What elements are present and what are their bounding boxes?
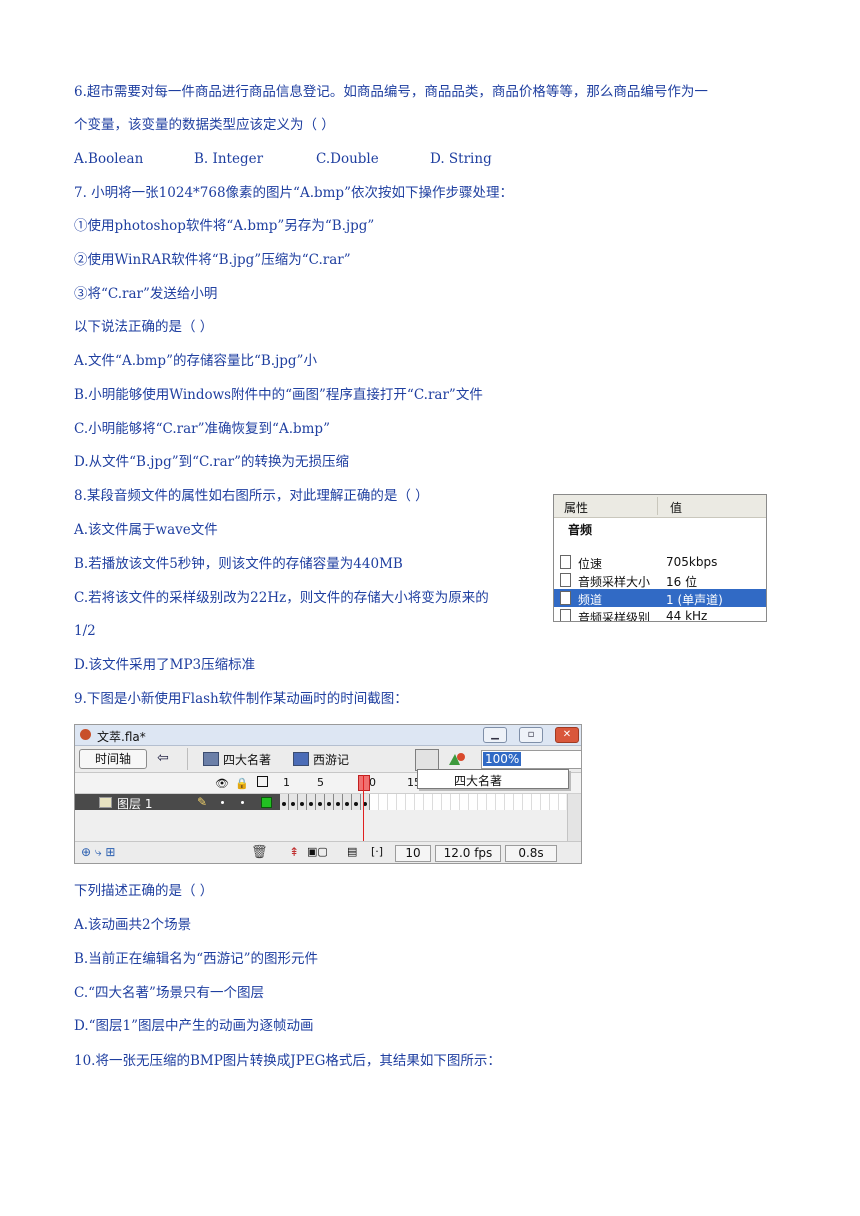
keyframe[interactable] [325,794,334,810]
q7-option-c: C.小明能够将“C.rar”准确恢复到“A.bmp” [74,421,330,437]
scene-menu-item[interactable]: 四大名著 [454,772,502,789]
keyframe[interactable] [298,794,307,810]
scene-dropdown-menu: 四大名著 [417,769,569,789]
ruler-tick: 1 [283,776,290,789]
lock-icon[interactable]: 🔒 [235,777,249,790]
document-icon [560,609,571,621]
document-icon [560,591,571,605]
layer-row-selected[interactable]: 图层 1 ✎ [75,794,280,811]
zoom-select[interactable]: 100% [481,750,581,769]
value-column-header[interactable]: 值 [670,499,682,516]
property-row[interactable]: 音频采样大小 16 位 [554,571,766,589]
back-arrow-icon[interactable]: ⇦ [157,750,169,766]
playhead-handle[interactable] [358,775,370,791]
keyframe[interactable] [343,794,352,810]
q9-option-d: D.“图层1”图层中产生的动画为逐帧动画 [74,1018,314,1034]
outline-icon[interactable] [257,776,268,787]
zoom-value: 100% [483,752,522,766]
q8-option-b: B.若播放该文件5秒钟，则该文件的存储容量为440MB [74,556,403,572]
ruler-tick: 5 [317,776,324,789]
q7-option-a: A.文件“A.bmp”的存储容量比“B.jpg”小 [74,353,317,369]
trash-icon[interactable]: 🗑 [251,845,268,860]
edit-symbol-icon[interactable] [447,751,467,767]
maximize-button[interactable]: ▫ [519,727,543,743]
properties-header: 属性 值 [554,495,766,518]
document-icon [560,555,571,569]
eye-icon[interactable]: 👁 [215,777,229,790]
q9-option-c: C.“四大名著”场景只有一个图层 [74,985,264,1001]
q7-step-1: ①使用photoshop软件将“A.bmp”另存为“B.jpg” [74,218,375,234]
flash-app-icon [80,729,91,740]
graphic-symbol-icon [293,752,309,766]
property-row[interactable]: 音频采样级别 44 kHz [554,607,766,621]
audio-properties-panel: 属性 值 音频 位速 705kbps 音频采样大小 16 位 频道 1 (单声道… [553,494,767,622]
q6-stem-line1: 6.超市需要对每一件商品进行商品信息登记。如商品编号，商品品类，商品价格等等，那… [74,84,708,100]
q8-stem: 8.某段音频文件的属性如右图所示，对此理解正确的是（ ） [74,488,429,504]
q8-option-c-cont: 1/2 [74,623,96,639]
elapsed-time: 0.8s [505,845,557,862]
flash-timeline-window: 文萃.fla* ▁ ▫ ✕ 时间轴 ⇦ 四大名著 西游记 100% 👁 🔒 1 … [74,724,582,864]
pencil-icon: ✎ [197,795,208,809]
outline-color-square[interactable] [261,797,272,808]
property-row[interactable]: 位速 705kbps [554,553,766,571]
keyframe[interactable] [316,794,325,810]
edit-scene-icon[interactable] [415,749,439,771]
minimize-button[interactable]: ▁ [483,727,507,743]
document-icon [560,573,571,587]
breadcrumb-symbol[interactable]: 西游记 [313,751,349,768]
current-frame: 10 [395,845,431,862]
center-frame-icon[interactable]: ⇞ [289,845,299,859]
audio-group-label: 音频 [568,523,593,537]
q8-option-a: A.该文件属于wave文件 [74,522,218,538]
window-titlebar: 文萃.fla* ▁ ▫ ✕ [75,725,581,746]
layer-icon [99,797,112,808]
q6-stem-line2: 个变量，该变量的数据类型应该定义为（ ） [74,117,335,133]
q8-option-d: D.该文件采用了MP3压缩标准 [74,657,256,673]
modify-markers-icon[interactable]: [·] [371,845,383,858]
edit-multiple-frames-icon[interactable]: ▤ [347,845,357,858]
q6-option-b: B. Integer [194,151,264,167]
lock-dot[interactable] [241,801,244,804]
timeline-statusbar: ⊕ ⤷ ⊞ 🗑 ⇞ ▣▢ ▤ [·] 10 12.0 fps 0.8s [75,841,581,863]
frame-strip[interactable] [280,794,566,810]
q6-option-d: D. String [430,151,492,167]
timeline-toggle-button[interactable]: 时间轴 [79,749,147,769]
property-column-header[interactable]: 属性 [564,499,588,516]
property-row-selected[interactable]: 频道 1 (单声道) [554,589,766,607]
q7-option-b: B.小明能够使用Windows附件中的“画图”程序直接打开“C.rar”文件 [74,387,483,403]
q9-option-b: B.当前正在编辑名为“西游记”的图形元件 [74,951,319,967]
keyframe[interactable] [352,794,361,810]
q9-option-a: A.该动画共2个场景 [74,917,192,933]
visibility-dot[interactable] [221,801,224,804]
insert-layer-icon[interactable]: ⊕ ⤷ ⊞ [81,845,115,860]
breadcrumb-scene[interactable]: 四大名著 [223,751,271,768]
keyframe[interactable] [334,794,343,810]
q9-prompt: 下列描述正确的是（ ） [74,883,214,899]
keyframe[interactable] [307,794,316,810]
q7-step-2: ②使用WinRAR软件将“B.jpg”压缩为“C.rar” [74,252,351,268]
q7-prompt: 以下说法正确的是（ ） [74,319,214,335]
window-title: 文萃.fla* [97,730,146,744]
keyframe[interactable] [280,794,289,810]
q7-option-d: D.从文件“B.jpg”到“C.rar”的转换为无损压缩 [74,454,350,470]
keyframe[interactable] [289,794,298,810]
close-button[interactable]: ✕ [555,727,579,743]
q9-stem: 9.下图是小新使用Flash软件制作某动画时的时间截图： [74,691,408,707]
q8-option-c: C.若将该文件的采样级别改为22Hz，则文件的存储大小将变为原来的 [74,590,489,606]
frame-rate: 12.0 fps [435,845,501,862]
q6-option-c: C.Double [316,151,379,167]
onion-skin-icon[interactable]: ▣▢ [307,845,328,858]
q6-option-a: A.Boolean [74,151,144,167]
scene-icon [203,752,219,766]
q10-stem: 10.将一张无压缩的BMP图片转换成JPEG格式后，其结果如下图所示： [74,1053,501,1069]
q7-step-3: ③将“C.rar”发送给小明 [74,286,218,302]
q7-stem: 7. 小明将一张1024*768像素的图片“A.bmp”依次按如下操作步骤处理： [74,185,513,201]
layer-name: 图层 1 [117,797,153,811]
